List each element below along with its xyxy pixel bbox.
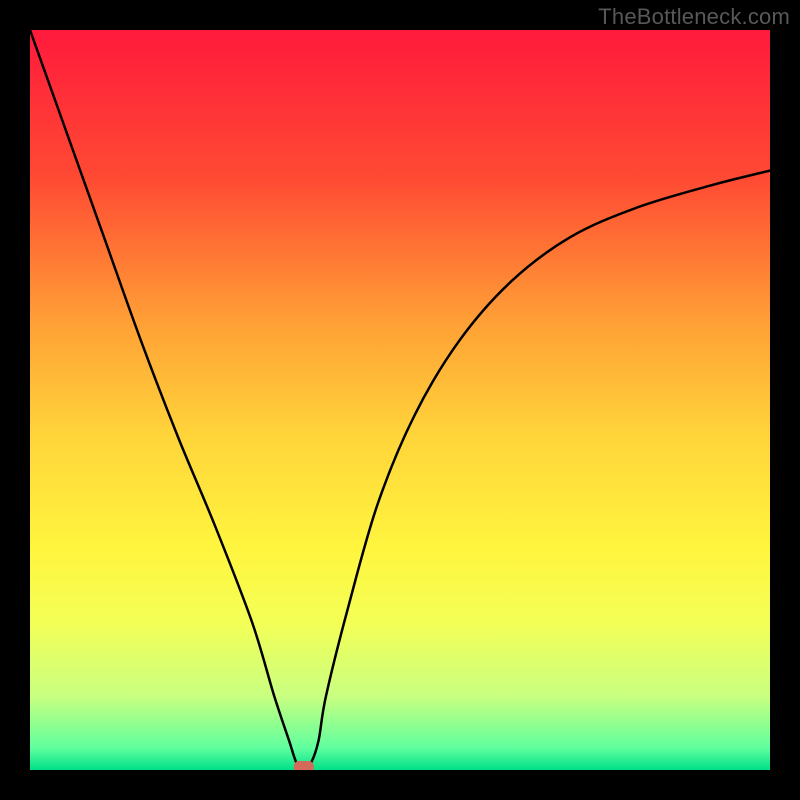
minimum-marker — [294, 761, 314, 770]
watermark-text: TheBottleneck.com — [598, 4, 790, 30]
gradient-background — [30, 30, 770, 770]
plot-area — [30, 30, 770, 770]
chart-svg — [30, 30, 770, 770]
chart-frame: TheBottleneck.com — [0, 0, 800, 800]
